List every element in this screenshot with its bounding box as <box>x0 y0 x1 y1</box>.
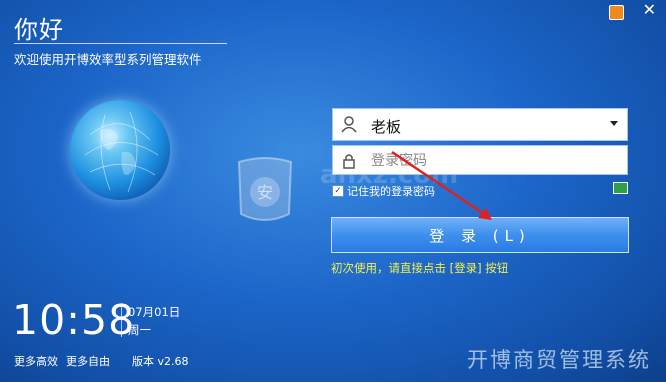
clock-weekday: 周一 <box>128 323 151 337</box>
first-use-hint: 初次使用，请直接点击 [登录] 按钮 <box>331 261 509 275</box>
username-value: 老板 <box>371 118 402 136</box>
password-field[interactable] <box>332 145 628 175</box>
remember-checkbox[interactable]: ✓ <box>332 185 344 197</box>
globe-icon <box>70 100 170 200</box>
window-subtitle: 欢迎使用开博效率型系列管理软件 <box>14 52 202 67</box>
username-select[interactable]: 老板 <box>332 108 628 141</box>
brand-name: 开博商贸管理系统 <box>467 348 651 372</box>
login-form: 老板 <box>332 108 628 175</box>
footer-links: 更多高效 更多自由 版本 v2.68 <box>14 353 189 369</box>
close-icon[interactable]: ✕ <box>643 2 656 18</box>
title-divider <box>14 43 227 44</box>
shield-icon: 安 <box>237 157 293 221</box>
version-label: 版本 v2.68 <box>132 355 189 368</box>
window-title: 你好 <box>14 16 64 44</box>
monitor-icon[interactable] <box>613 182 628 194</box>
lock-icon <box>343 154 355 169</box>
remember-label: 记住我的登录密码 <box>347 185 435 198</box>
user-icon <box>341 116 357 133</box>
login-button[interactable]: 登 录 (L) <box>331 217 629 253</box>
password-input[interactable] <box>369 149 623 173</box>
rss-icon[interactable] <box>609 5 624 20</box>
svg-text:安: 安 <box>257 183 273 202</box>
clock-divider <box>121 303 122 337</box>
more-freedom-link[interactable]: 更多自由 <box>66 353 110 369</box>
clock-time: 10:58 <box>12 296 136 344</box>
clock-date: 07月01日 <box>128 305 181 319</box>
login-window: 你好 欢迎使用开博效率型系列管理软件 ✕ 安 anxz.com 老板 ✓ 记住我… <box>0 0 666 382</box>
remember-password-option[interactable]: ✓ 记住我的登录密码 <box>332 183 435 199</box>
more-efficient-link[interactable]: 更多高效 <box>14 353 58 369</box>
chevron-down-icon[interactable] <box>610 121 618 126</box>
